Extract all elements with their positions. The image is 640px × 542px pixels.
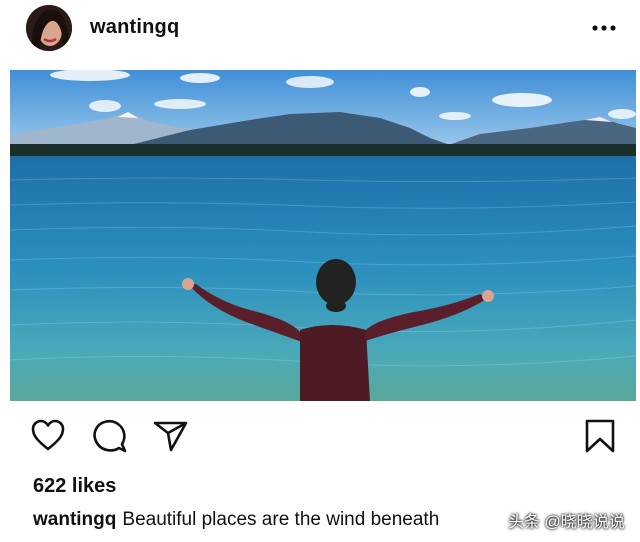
post-username[interactable]: wantingq: [90, 16, 179, 39]
more-dots-icon: [592, 25, 616, 31]
watermark: 头条 @晓晓说说: [508, 514, 625, 531]
caption-username[interactable]: wantingq: [33, 509, 116, 530]
post-actions: [0, 414, 640, 458]
bookmark-icon: [585, 419, 615, 453]
comment-bubble-icon: [93, 419, 127, 453]
post-header: wantingq: [0, 0, 640, 62]
comment-button[interactable]: [92, 418, 128, 454]
paper-plane-icon: [153, 421, 188, 452]
more-options-button[interactable]: [591, 18, 617, 38]
likes-count[interactable]: 622 likes: [33, 475, 116, 498]
save-button[interactable]: [582, 418, 618, 454]
caption-text: Beautiful places are the wind beneath: [122, 509, 440, 530]
heart-icon: [31, 419, 65, 451]
share-button[interactable]: [152, 418, 188, 454]
like-button[interactable]: [30, 418, 66, 454]
avatar[interactable]: [26, 5, 72, 51]
post-image[interactable]: [10, 70, 636, 401]
